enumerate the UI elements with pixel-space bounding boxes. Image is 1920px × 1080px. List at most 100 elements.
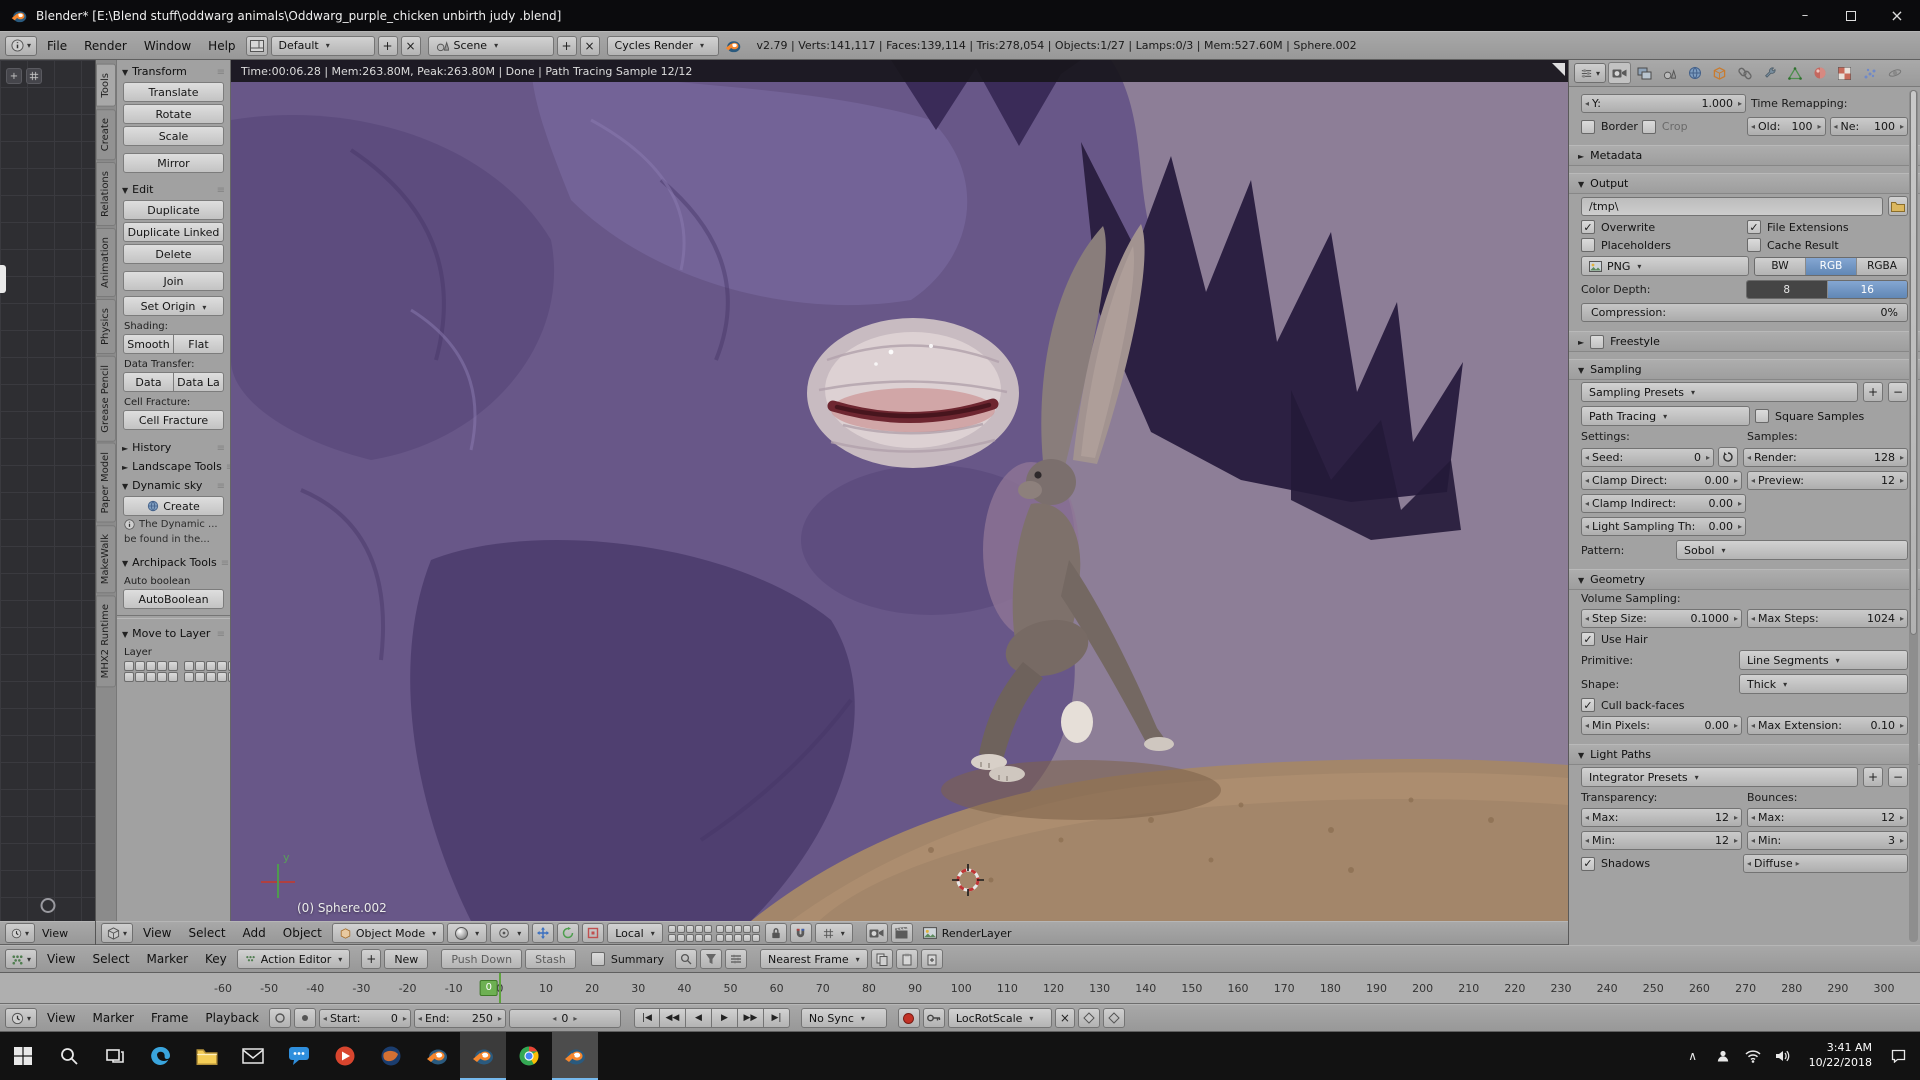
sync-mode-select[interactable]: No Sync — [801, 1008, 887, 1028]
tab-physics[interactable] — [1883, 62, 1906, 84]
color-depth-segment[interactable]: 8 16 — [1746, 280, 1908, 299]
integrator-select[interactable]: Path Tracing — [1581, 406, 1750, 426]
tab-modifiers[interactable] — [1758, 62, 1781, 84]
red-media-app-icon[interactable] — [322, 1032, 368, 1080]
tab-relations[interactable]: Relations — [96, 162, 116, 226]
preview-samples-field[interactable]: Preview:12 — [1747, 471, 1908, 490]
menu-help[interactable]: Help — [201, 39, 242, 53]
layer-cell[interactable] — [195, 661, 205, 671]
layer-cell[interactable] — [184, 672, 194, 682]
grid-toggle-icon[interactable] — [26, 68, 42, 84]
tab-animation[interactable]: Animation — [96, 228, 116, 297]
layer-cell[interactable] — [743, 934, 751, 942]
tab-paper-model[interactable]: Paper Model — [96, 443, 116, 523]
action-center-icon[interactable] — [1886, 1043, 1910, 1069]
pivot-point-select[interactable] — [490, 923, 529, 943]
panel-grip-icon[interactable] — [217, 479, 225, 492]
layer-cell[interactable] — [217, 672, 227, 682]
menu-select[interactable]: Select — [86, 952, 137, 966]
lock-icon[interactable] — [765, 923, 787, 943]
region-divider[interactable] — [117, 615, 230, 619]
menu-view[interactable]: View — [38, 927, 72, 940]
volume-icon[interactable] — [1771, 1043, 1795, 1069]
current-frame-line[interactable] — [499, 973, 501, 1003]
layer-cell[interactable] — [184, 661, 194, 671]
cell-fracture-button[interactable]: Cell Fracture — [123, 410, 224, 430]
compression-slider[interactable]: Compression:0% — [1581, 303, 1908, 322]
overwrite-checkbox[interactable]: Overwrite — [1581, 220, 1742, 234]
renderlayer-indicator[interactable]: RenderLayer — [916, 923, 1019, 943]
tray-expand-icon[interactable] — [1681, 1043, 1705, 1069]
maximize-button[interactable] — [1828, 0, 1874, 31]
filter-funnel-icon[interactable] — [700, 949, 722, 969]
layer-cell[interactable] — [135, 672, 145, 682]
layer-cell[interactable] — [752, 934, 760, 942]
panel-sampling-header[interactable]: Sampling — [1569, 359, 1920, 380]
layer-cell[interactable] — [686, 925, 694, 933]
duplicate-linked-button[interactable]: Duplicate Linked — [123, 222, 224, 242]
square-samples-checkbox[interactable]: Square Samples — [1755, 409, 1908, 423]
tab-constraints[interactable] — [1733, 62, 1756, 84]
max-steps-field[interactable]: Max Steps:1024 — [1747, 609, 1908, 628]
layer-cell[interactable] — [195, 672, 205, 682]
add-layout-button[interactable] — [378, 36, 398, 56]
left-editor-type-icon[interactable] — [5, 923, 35, 943]
tab-scene[interactable] — [1658, 62, 1681, 84]
dope-mode-select[interactable]: Action Editor — [237, 949, 351, 969]
rendered-scene[interactable]: y — [231, 60, 1568, 921]
blender-active-icon[interactable] — [552, 1032, 598, 1080]
primitive-select[interactable]: Line Segments — [1739, 650, 1908, 670]
delete-keyframe-icon[interactable] — [1103, 1008, 1125, 1028]
tab-particles[interactable] — [1858, 62, 1881, 84]
region-collapse-icon[interactable] — [1552, 63, 1565, 76]
edge-icon[interactable] — [138, 1032, 184, 1080]
current-frame-field[interactable]: 0 — [509, 1009, 621, 1028]
depth-16[interactable]: 16 — [1828, 281, 1908, 298]
shadows-checkbox[interactable]: Shadows — [1581, 857, 1738, 871]
viewport-shading-select[interactable] — [447, 923, 487, 943]
properties-editor-icon[interactable] — [1574, 63, 1606, 83]
layer-cell[interactable] — [135, 661, 145, 671]
end-frame-field[interactable]: End:250 — [414, 1009, 506, 1028]
join-button[interactable]: Join — [123, 271, 224, 291]
layer-cell[interactable] — [146, 672, 156, 682]
insert-keyframe-icon[interactable] — [1078, 1008, 1100, 1028]
transfer-data-button[interactable]: Data — [123, 372, 174, 392]
task-view-button[interactable] — [92, 1032, 138, 1080]
play-reverse-button[interactable] — [686, 1008, 712, 1028]
panel-move-to-layer-header[interactable]: Move to Layer — [117, 624, 230, 643]
remove-preset-button[interactable] — [1888, 382, 1908, 402]
panel-grip-icon[interactable] — [217, 441, 225, 454]
messaging-icon[interactable] — [276, 1032, 322, 1080]
panel-history-header[interactable]: History — [117, 438, 230, 457]
screen-layout-icon[interactable] — [246, 36, 268, 56]
clear-keying-set-button[interactable] — [1055, 1008, 1075, 1028]
layer-cell[interactable] — [716, 934, 724, 942]
add-preset-button[interactable] — [1863, 767, 1883, 787]
tab-render-layers[interactable] — [1633, 62, 1656, 84]
panel-archipack-header[interactable]: Archipack Tools — [117, 553, 230, 572]
layer-cell[interactable] — [146, 661, 156, 671]
file-extensions-checkbox[interactable]: File Extensions — [1747, 220, 1908, 234]
use-hair-checkbox[interactable]: Use Hair — [1581, 632, 1648, 646]
delete-scene-button[interactable] — [580, 36, 600, 56]
panel-transform-header[interactable]: Transform — [117, 62, 230, 81]
stash-button[interactable]: Stash — [525, 949, 576, 969]
placeholders-checkbox[interactable]: Placeholders — [1581, 238, 1742, 252]
tab-create[interactable]: Create — [96, 109, 116, 160]
color-mode-segment[interactable]: BW RGB RGBA — [1754, 257, 1908, 276]
layer-cell[interactable] — [168, 661, 178, 671]
minimize-button[interactable] — [1782, 0, 1828, 31]
tab-object[interactable] — [1708, 62, 1731, 84]
panel-metadata-header[interactable]: Metadata — [1569, 145, 1920, 166]
network-icon[interactable] — [1741, 1043, 1765, 1069]
layer-cell[interactable] — [124, 672, 134, 682]
pixel-aspect-y-field[interactable]: Y:1.000 — [1581, 94, 1746, 113]
properties-scrollbar[interactable] — [1909, 90, 1918, 942]
layer-cell[interactable] — [206, 661, 216, 671]
layer-cell[interactable] — [725, 925, 733, 933]
layer-cell[interactable] — [716, 925, 724, 933]
delete-button[interactable]: Delete — [123, 244, 224, 264]
layer-cell[interactable] — [668, 925, 676, 933]
file-browse-icon[interactable] — [1888, 196, 1908, 216]
